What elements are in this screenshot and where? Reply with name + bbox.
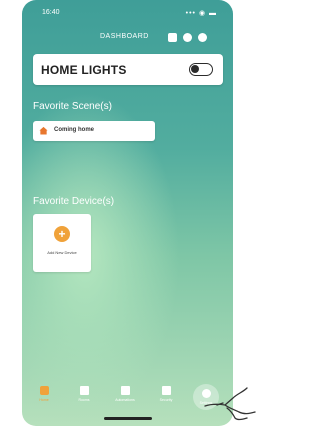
status-bar: 16:40 ••• ◉ ▬	[22, 6, 233, 20]
message-icon[interactable]	[168, 33, 177, 42]
bottom-tab-bar: Home Rooms Automations Security Settings	[22, 382, 233, 412]
rooms-icon	[79, 386, 89, 395]
check-icon[interactable]	[183, 33, 192, 42]
home-icon	[39, 386, 49, 395]
home-lights-toggle[interactable]	[189, 63, 213, 76]
home-icon	[39, 126, 48, 135]
page-title: DASHBOARD	[100, 33, 149, 40]
tab-home[interactable]: Home	[26, 382, 62, 412]
tab-label: Rooms	[78, 398, 90, 402]
tab-label: Automations	[115, 398, 135, 402]
tab-security[interactable]: Security	[148, 382, 184, 412]
plus-icon[interactable]	[198, 33, 207, 42]
status-time: 16:40	[42, 9, 60, 16]
tab-rooms[interactable]: Rooms	[66, 382, 102, 412]
status-icons: ••• ◉ ▬	[185, 10, 217, 17]
home-lights-label: HOME LIGHTS	[41, 63, 127, 77]
home-indicator	[104, 417, 152, 420]
add-device-label: Add New Device	[47, 250, 77, 255]
add-device-card[interactable]: + Add New Device	[33, 214, 91, 272]
favorite-scenes-title: Favorite Scene(s)	[33, 101, 112, 112]
dashboard-header: DASHBOARD	[22, 30, 233, 46]
scene-label: Coming home	[54, 127, 94, 133]
shield-icon	[161, 386, 171, 395]
plus-icon: +	[54, 226, 70, 242]
toggle-knob	[191, 65, 199, 73]
tab-automations[interactable]: Automations	[107, 382, 143, 412]
automation-icon	[120, 386, 130, 395]
home-lights-card: HOME LIGHTS	[33, 54, 223, 85]
favorite-devices-title: Favorite Device(s)	[33, 196, 115, 207]
pointing-hand-icon	[204, 387, 256, 421]
scene-coming-home[interactable]: Coming home	[33, 121, 155, 141]
tab-label: Home	[39, 398, 49, 402]
phone-screen: 16:40 ••• ◉ ▬ DASHBOARD HOME LIGHTS Favo…	[22, 0, 233, 426]
tab-label: Security	[159, 398, 173, 402]
